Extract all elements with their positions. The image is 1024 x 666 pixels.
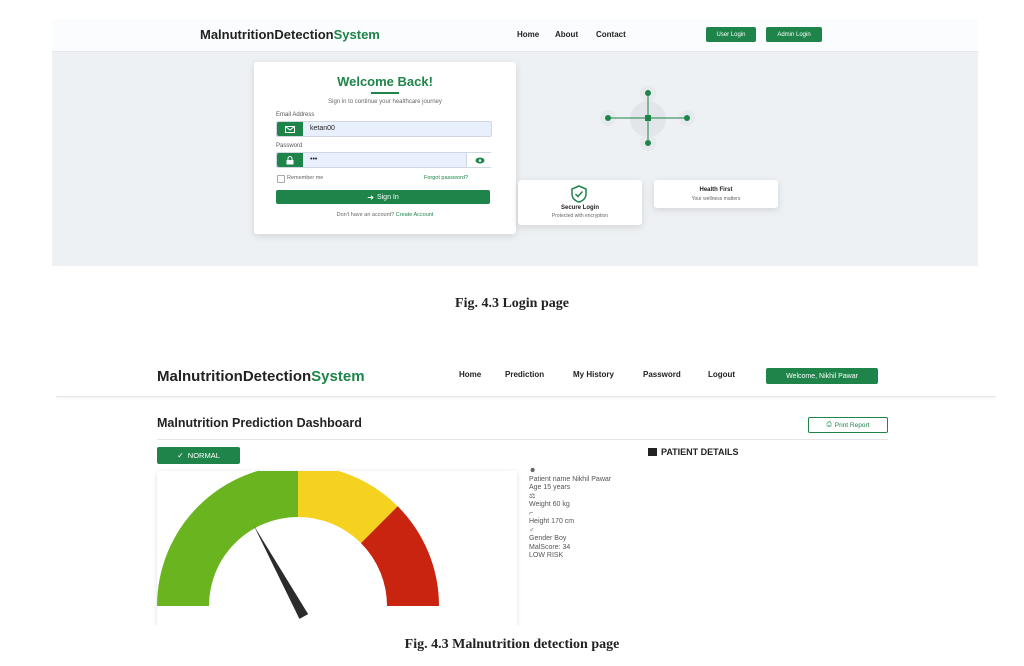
network-graphic xyxy=(600,85,695,151)
check-circle-icon: ✓ xyxy=(177,451,184,460)
status-badge-label: NORMAL xyxy=(187,451,220,460)
brand-prefix: MalnutritionDetection xyxy=(157,368,312,385)
navbar: MalnutritionDetectionSystem Home About C… xyxy=(52,19,978,52)
ruler-icon: ⌐ xyxy=(529,509,534,517)
nav-password[interactable]: Password xyxy=(643,370,681,379)
nav-contact[interactable]: Contact xyxy=(596,30,626,39)
gauge-card xyxy=(157,471,517,625)
gauge-segment-low xyxy=(157,471,298,606)
dashboard-title: Malnutrition Prediction Dashboard xyxy=(157,416,362,430)
password-field[interactable]: ••• xyxy=(276,152,492,168)
figure2-caption: Fig. 4.3 Malnutrition detection page xyxy=(404,637,620,652)
figure1-caption: Fig. 4.3 Login page xyxy=(455,296,569,311)
dashboard-screenshot: MalnutritionDetectionSystem Home Predict… xyxy=(56,360,996,625)
brand-prefix: MalnutritionDetection xyxy=(200,27,334,42)
welcome-user-button[interactable]: Welcome, Nikhil Pawar xyxy=(766,368,878,384)
brand-logo[interactable]: MalnutritionDetectionSystem xyxy=(200,27,380,42)
patient-weight: Weight 60 kg xyxy=(529,501,570,508)
no-account-text: Don't have an account? xyxy=(336,212,395,218)
navbar: MalnutritionDetectionSystem Home Predict… xyxy=(56,360,996,397)
patient-details-title: PATIENT DETAILS xyxy=(661,447,739,457)
create-account-row: Don't have an account? Create Account xyxy=(254,212,516,218)
login-card: Welcome Back! Sign in to continue your h… xyxy=(254,62,516,234)
feature-subtitle: Protected with encryption xyxy=(551,213,609,219)
nav-prediction[interactable]: Prediction xyxy=(505,370,544,379)
login-title: Welcome Back! xyxy=(337,74,433,89)
feature-card-secure: Secure Login Protected with encryption xyxy=(518,180,642,225)
login-page-screenshot: MalnutritionDetectionSystem Home About C… xyxy=(52,19,978,266)
patient-gender: Gender Boy xyxy=(529,535,567,542)
login-subtitle: Sign in to continue your healthcare jour… xyxy=(328,99,442,105)
brand-logo[interactable]: MalnutritionDetectionSystem xyxy=(157,368,365,385)
status-badge: ✓ NORMAL xyxy=(157,447,240,464)
sign-in-button[interactable]: ➜ Sign In xyxy=(276,190,490,204)
nav-home[interactable]: Home xyxy=(517,30,539,39)
sign-in-icon: ➜ xyxy=(367,192,374,202)
remember-label: Remember me xyxy=(287,175,324,181)
sign-in-label: Sign In xyxy=(376,193,399,201)
nav-about[interactable]: About xyxy=(555,30,578,39)
title-underline xyxy=(371,92,399,94)
id-card-icon xyxy=(648,448,657,456)
patient-name: Patient name Nikhil Pawar xyxy=(529,475,612,483)
user-login-button[interactable]: User Login xyxy=(706,27,756,42)
envelope-icon xyxy=(277,122,303,136)
create-account-link[interactable]: Create Account xyxy=(396,212,434,218)
patient-details-list: ☻ Patient name Nikhil Pawar Age 15 years… xyxy=(529,467,611,561)
remember-checkbox[interactable] xyxy=(277,175,285,183)
scale-icon: ⚖ xyxy=(529,492,536,500)
email-field[interactable]: ketan00 xyxy=(276,121,492,137)
feature-card-health: Health First Your wellness matters xyxy=(654,180,778,208)
email-value: ketan00 xyxy=(310,125,335,132)
nav-home[interactable]: Home xyxy=(459,370,481,379)
nav-my-history[interactable]: My History xyxy=(573,370,614,379)
patient-malscore: MalScore: 34 xyxy=(529,543,571,551)
feature-subtitle: Your wellness matters xyxy=(691,196,741,202)
user-icon: ☻ xyxy=(529,467,537,474)
printer-icon: ⎙ xyxy=(826,421,832,428)
feature-title: Secure Login xyxy=(560,205,599,211)
lock-icon xyxy=(277,153,303,167)
brand-suffix: System xyxy=(311,368,365,385)
malscore-gauge xyxy=(157,471,439,619)
forgot-password-link[interactable]: Forgot password? xyxy=(424,175,468,181)
eye-icon[interactable] xyxy=(466,153,492,167)
divider xyxy=(157,439,888,440)
patient-risk: LOW RISK xyxy=(529,552,564,559)
email-label: Email Address xyxy=(276,112,315,118)
patient-age: Age 15 years xyxy=(529,484,571,491)
nav-logout[interactable]: Logout xyxy=(708,370,735,379)
print-report-button[interactable]: ⎙ Print Report xyxy=(808,417,888,433)
print-report-label: Print Report xyxy=(834,421,870,429)
password-label: Password xyxy=(276,143,303,149)
gender-icon: ♂ xyxy=(529,526,535,534)
gauge-needle xyxy=(253,525,309,619)
patient-details-heading: PATIENT DETAILS xyxy=(648,447,739,457)
patient-height: Height 170 cm xyxy=(529,518,575,525)
feature-title: Health First xyxy=(699,187,733,193)
admin-login-button[interactable]: Admin Login xyxy=(766,27,822,42)
shield-check-icon xyxy=(571,185,587,203)
brand-suffix: System xyxy=(333,27,380,42)
password-value: ••• xyxy=(310,156,318,163)
